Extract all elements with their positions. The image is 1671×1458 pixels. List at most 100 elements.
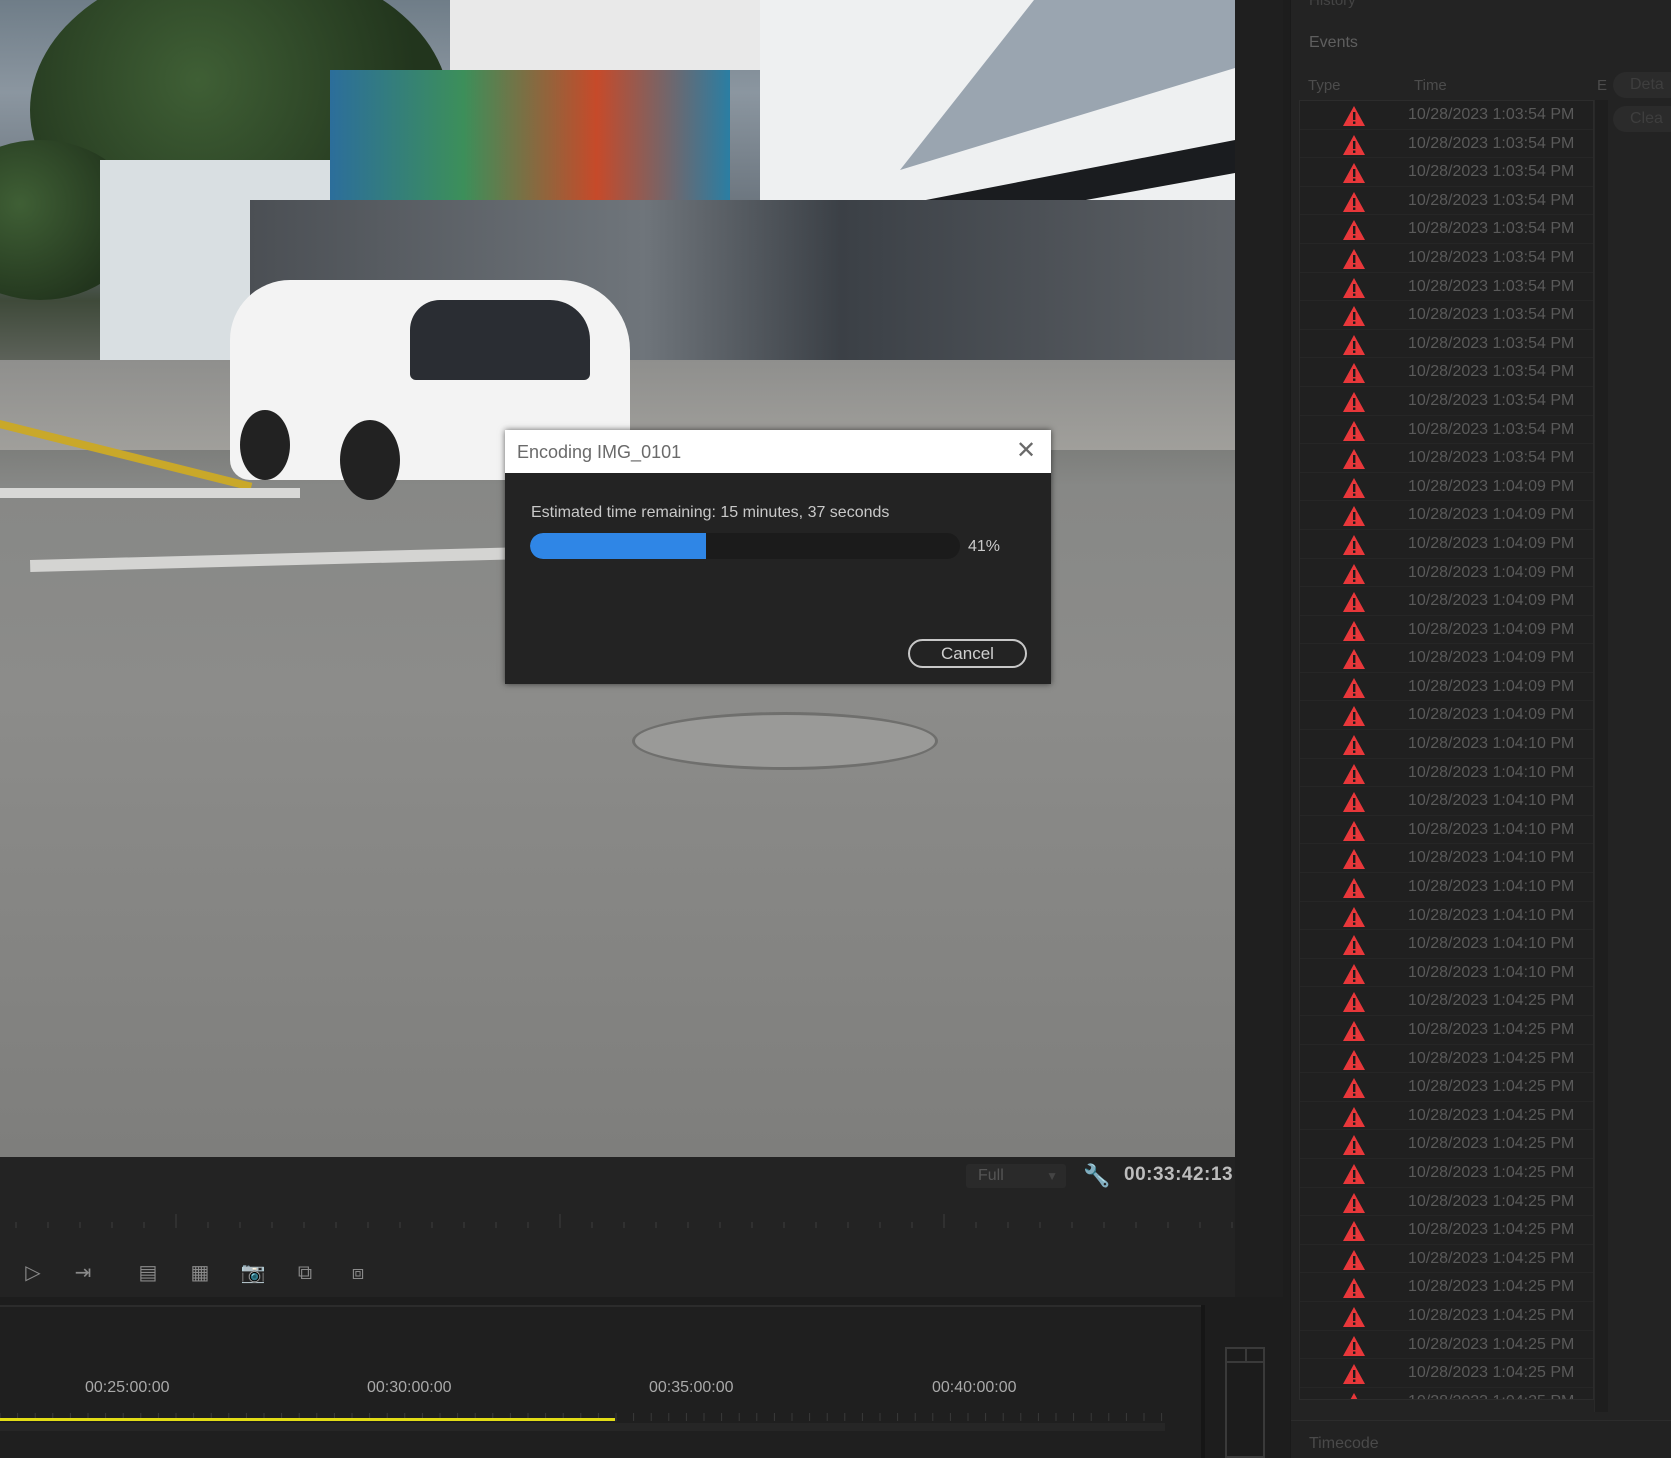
event-row[interactable]: 10/28/2023 1:04:25 PM — [1300, 1388, 1593, 1399]
warning-icon — [1342, 248, 1366, 270]
monitor-ruler[interactable] — [0, 1210, 1255, 1230]
clear-button[interactable]: Clea — [1613, 106, 1671, 132]
event-row[interactable]: 10/28/2023 1:04:25 PM — [1300, 1159, 1593, 1188]
dialog-titlebar[interactable]: Encoding IMG_0101 ✕ — [505, 430, 1051, 473]
progress-fill — [530, 533, 707, 559]
export-frame-icon[interactable]: 📷 — [236, 1258, 270, 1288]
playback-resolution-select[interactable]: Full ▼ — [966, 1164, 1066, 1188]
warning-icon — [1342, 991, 1366, 1013]
event-row[interactable]: 10/28/2023 1:04:25 PM — [1300, 1245, 1593, 1274]
event-row[interactable]: 10/28/2023 1:03:54 PM — [1300, 187, 1593, 216]
cancel-button[interactable]: Cancel — [908, 639, 1027, 668]
timeline-scrollbar[interactable] — [0, 1423, 1165, 1431]
event-row[interactable]: 10/28/2023 1:04:09 PM — [1300, 530, 1593, 559]
event-row[interactable]: 10/28/2023 1:04:10 PM — [1300, 902, 1593, 931]
event-row[interactable]: 10/28/2023 1:04:25 PM — [1300, 1359, 1593, 1388]
event-row[interactable]: 10/28/2023 1:04:09 PM — [1300, 473, 1593, 502]
event-row[interactable]: 10/28/2023 1:04:10 PM — [1300, 844, 1593, 874]
event-time: 10/28/2023 1:03:54 PM — [1408, 334, 1575, 352]
history-tab[interactable]: History — [1309, 0, 1356, 9]
event-row[interactable]: 10/28/2023 1:04:09 PM — [1300, 701, 1593, 731]
warning-icon — [1342, 534, 1366, 556]
event-row[interactable]: 10/28/2023 1:04:10 PM — [1300, 930, 1593, 959]
event-row[interactable]: 10/28/2023 1:03:54 PM — [1300, 358, 1593, 387]
event-time: 10/28/2023 1:04:25 PM — [1408, 1249, 1575, 1267]
event-row[interactable]: 10/28/2023 1:04:25 PM — [1300, 1273, 1593, 1302]
event-list-scrollbar[interactable] — [1594, 100, 1608, 1412]
warning-icon — [1342, 1277, 1366, 1299]
event-time: 10/28/2023 1:04:25 PM — [1408, 1335, 1575, 1353]
events-panel: History Events Type Time E Deta Clea 10/… — [1290, 0, 1671, 1458]
event-row[interactable]: 10/28/2023 1:04:10 PM — [1300, 759, 1593, 788]
event-row[interactable]: 10/28/2023 1:03:54 PM — [1300, 215, 1593, 244]
event-row[interactable]: 10/28/2023 1:04:09 PM — [1300, 616, 1593, 645]
event-row[interactable]: 10/28/2023 1:04:10 PM — [1300, 787, 1593, 816]
lift-icon[interactable]: ▤ — [131, 1258, 165, 1288]
panel-divider[interactable] — [1201, 1305, 1205, 1458]
event-row[interactable]: 10/28/2023 1:04:25 PM — [1300, 1130, 1593, 1159]
warning-icon — [1342, 963, 1366, 985]
event-time: 10/28/2023 1:04:25 PM — [1408, 992, 1575, 1010]
go-to-out-icon[interactable]: ⇥ — [66, 1258, 100, 1288]
play-in-to-out-icon[interactable]: ▷ — [16, 1258, 50, 1288]
close-icon[interactable]: ✕ — [1013, 438, 1039, 464]
event-row[interactable]: 10/28/2023 1:04:09 PM — [1300, 644, 1593, 673]
event-row[interactable]: 10/28/2023 1:03:54 PM — [1300, 387, 1593, 416]
details-button[interactable]: Deta — [1613, 72, 1671, 98]
event-row[interactable]: 10/28/2023 1:04:09 PM — [1300, 559, 1593, 588]
event-row[interactable]: 10/28/2023 1:04:25 PM — [1300, 1302, 1593, 1331]
warning-icon — [1342, 105, 1366, 127]
insert-icon[interactable]: ⧉ — [288, 1258, 322, 1288]
overwrite-icon[interactable]: ⧈ — [341, 1258, 375, 1288]
event-row[interactable]: 10/28/2023 1:03:54 PM — [1300, 273, 1593, 302]
playback-resolution-value: Full — [978, 1167, 1004, 1184]
event-time: 10/28/2023 1:04:09 PM — [1408, 649, 1575, 667]
estimated-time-remaining: Estimated time remaining: 15 minutes, 37… — [531, 504, 890, 521]
event-row[interactable]: 10/28/2023 1:04:25 PM — [1300, 1016, 1593, 1045]
dialog-title: Encoding IMG_0101 — [517, 442, 682, 462]
event-row[interactable]: 10/28/2023 1:03:54 PM — [1300, 101, 1593, 130]
event-row[interactable]: 10/28/2023 1:03:54 PM — [1300, 158, 1593, 187]
column-header-time[interactable]: Time — [1414, 77, 1447, 94]
event-row[interactable]: 10/28/2023 1:04:10 PM — [1300, 873, 1593, 902]
event-row[interactable]: 10/28/2023 1:04:10 PM — [1300, 730, 1593, 759]
event-time: 10/28/2023 1:04:10 PM — [1408, 878, 1575, 896]
work-area-bar[interactable] — [0, 1418, 615, 1421]
event-row[interactable]: 10/28/2023 1:04:25 PM — [1300, 1102, 1593, 1131]
event-row[interactable]: 10/28/2023 1:03:54 PM — [1300, 301, 1593, 330]
event-list[interactable]: 10/28/2023 1:03:54 PM 10/28/2023 1:03:54 … — [1299, 100, 1594, 1400]
warning-icon — [1342, 763, 1366, 785]
warning-icon — [1342, 734, 1366, 756]
event-row[interactable]: 10/28/2023 1:03:54 PM — [1300, 130, 1593, 159]
event-row[interactable]: 10/28/2023 1:04:09 PM — [1300, 587, 1593, 616]
manhole-cover — [632, 712, 938, 770]
event-row[interactable]: 10/28/2023 1:04:25 PM — [1300, 987, 1593, 1016]
event-row[interactable]: 10/28/2023 1:04:10 PM — [1300, 816, 1593, 845]
event-row[interactable]: 10/28/2023 1:03:54 PM — [1300, 416, 1593, 445]
event-row[interactable]: 10/28/2023 1:04:09 PM — [1300, 501, 1593, 530]
event-time: 10/28/2023 1:04:25 PM — [1408, 1049, 1575, 1067]
event-row[interactable]: 10/28/2023 1:04:10 PM — [1300, 959, 1593, 988]
building-mural — [330, 70, 730, 200]
wrench-icon[interactable]: 🔧 — [1083, 1163, 1110, 1189]
column-header-extra[interactable]: E — [1597, 77, 1607, 94]
playhead-timecode[interactable]: 00:33:42:13 — [1124, 1164, 1233, 1186]
event-row[interactable]: 10/28/2023 1:04:09 PM — [1300, 673, 1593, 702]
event-row[interactable]: 10/28/2023 1:03:54 PM — [1300, 330, 1593, 359]
warning-icon — [1342, 848, 1366, 870]
timeline-panel[interactable]: 00:25:00:00 00:30:00:00 00:35:00:00 00:4… — [0, 1305, 1205, 1458]
event-row[interactable]: 10/28/2023 1:03:54 PM — [1300, 244, 1593, 273]
event-time: 10/28/2023 1:03:54 PM — [1408, 163, 1575, 181]
event-row[interactable]: 10/28/2023 1:03:54 PM — [1300, 444, 1593, 473]
event-row[interactable]: 10/28/2023 1:04:25 PM — [1300, 1188, 1593, 1217]
progress-bar — [530, 533, 960, 559]
event-row[interactable]: 10/28/2023 1:04:25 PM — [1300, 1073, 1593, 1102]
column-header-type[interactable]: Type — [1308, 77, 1341, 94]
warning-icon — [1342, 591, 1366, 613]
meter-divider — [1245, 1349, 1247, 1363]
event-row[interactable]: 10/28/2023 1:04:25 PM — [1300, 1216, 1593, 1245]
event-row[interactable]: 10/28/2023 1:04:25 PM — [1300, 1331, 1593, 1360]
extract-icon[interactable]: ▦ — [183, 1258, 217, 1288]
event-row[interactable]: 10/28/2023 1:04:25 PM — [1300, 1045, 1593, 1074]
warning-icon — [1342, 1077, 1366, 1099]
